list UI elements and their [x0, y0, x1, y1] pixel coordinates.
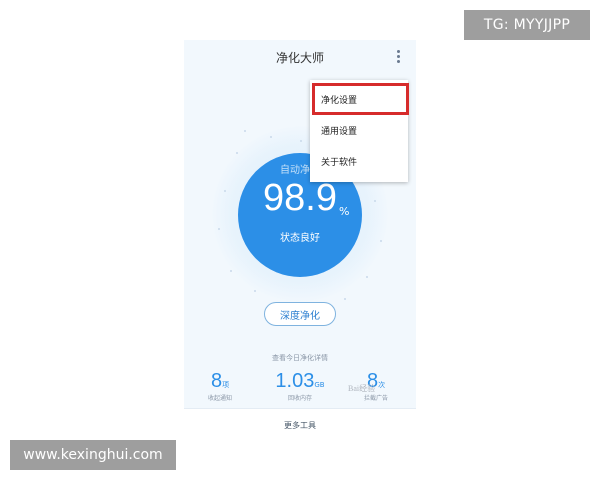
sparkle-dot [244, 130, 246, 132]
more-tools-label: 更多工具 [284, 420, 316, 430]
sparkle-dot [374, 200, 376, 202]
sparkle-dot [344, 298, 346, 300]
stat-value: 8 [210, 370, 223, 392]
sparkle-dot [300, 140, 302, 142]
stat-unit: GB [314, 381, 325, 389]
highlight-box [312, 83, 409, 115]
more-vertical-icon[interactable] [392, 49, 404, 65]
sparkle-dot [236, 152, 238, 154]
menu-item-about[interactable]: 关于软件 [310, 148, 408, 174]
sparkle-dot [254, 290, 256, 292]
sparkle-dot [224, 190, 226, 192]
tg-label: TG: MYYJJPP [464, 10, 590, 40]
stat-label: 收起通知 [207, 395, 232, 402]
site-label: www.kexinghui.com [10, 440, 176, 470]
gauge-unit: % [339, 205, 350, 218]
menu-item-general-settings[interactable]: 通用设置 [310, 117, 408, 143]
stat-label: 拦截广告 [363, 395, 388, 402]
sparkle-dot [380, 240, 382, 242]
sparkle-dot [218, 228, 220, 230]
stat-label: 回收内存 [287, 395, 312, 402]
stat-memory: 1.03GB 回收内存 [270, 370, 330, 402]
stats-details-link[interactable]: 查看今日净化详情 [184, 353, 416, 363]
sparkle-dot [230, 270, 232, 272]
stat-unit: 次 [378, 381, 386, 389]
baidu-watermark: Bai经验 [348, 384, 376, 393]
stat-value: 1.03 [275, 370, 315, 392]
deep-clean-button[interactable]: 深度净化 [264, 302, 336, 326]
more-tools-button[interactable]: 更多工具 [184, 408, 416, 440]
sparkle-dot [366, 276, 368, 278]
stat-notifications: 8项 收起通知 [190, 370, 250, 402]
phone-screen: 净化大师 自动净化 98.9 % 状态良好 深度净化 查看今日净化详情 8项 收… [184, 40, 416, 440]
app-title: 净化大师 [275, 50, 324, 65]
gauge-status: 状态良好 [280, 233, 320, 244]
stat-unit: 项 [222, 381, 230, 389]
sparkle-dot [270, 136, 272, 138]
